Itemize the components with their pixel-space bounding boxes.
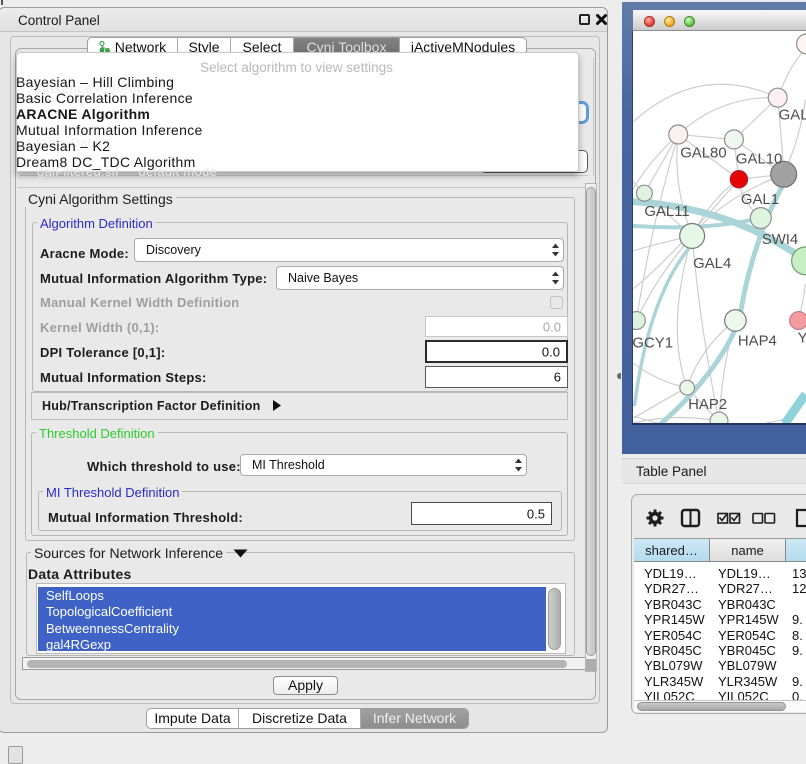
svg-text:GCY1: GCY1 [633,334,673,351]
svg-text:HAP2: HAP2 [688,396,727,413]
svg-text:GAL2: GAL2 [779,107,806,124]
svg-text:GAL11: GAL11 [644,203,689,220]
svg-text:GAL80: GAL80 [680,144,726,161]
svg-text:GAL10: GAL10 [736,150,782,167]
svg-text:GAL4: GAL4 [693,255,731,272]
svg-text:GAL1: GAL1 [741,191,779,208]
svg-text:YJ: YJ [798,329,806,346]
svg-text:SWI4: SWI4 [762,231,798,248]
svg-text:HAP4: HAP4 [738,332,777,349]
